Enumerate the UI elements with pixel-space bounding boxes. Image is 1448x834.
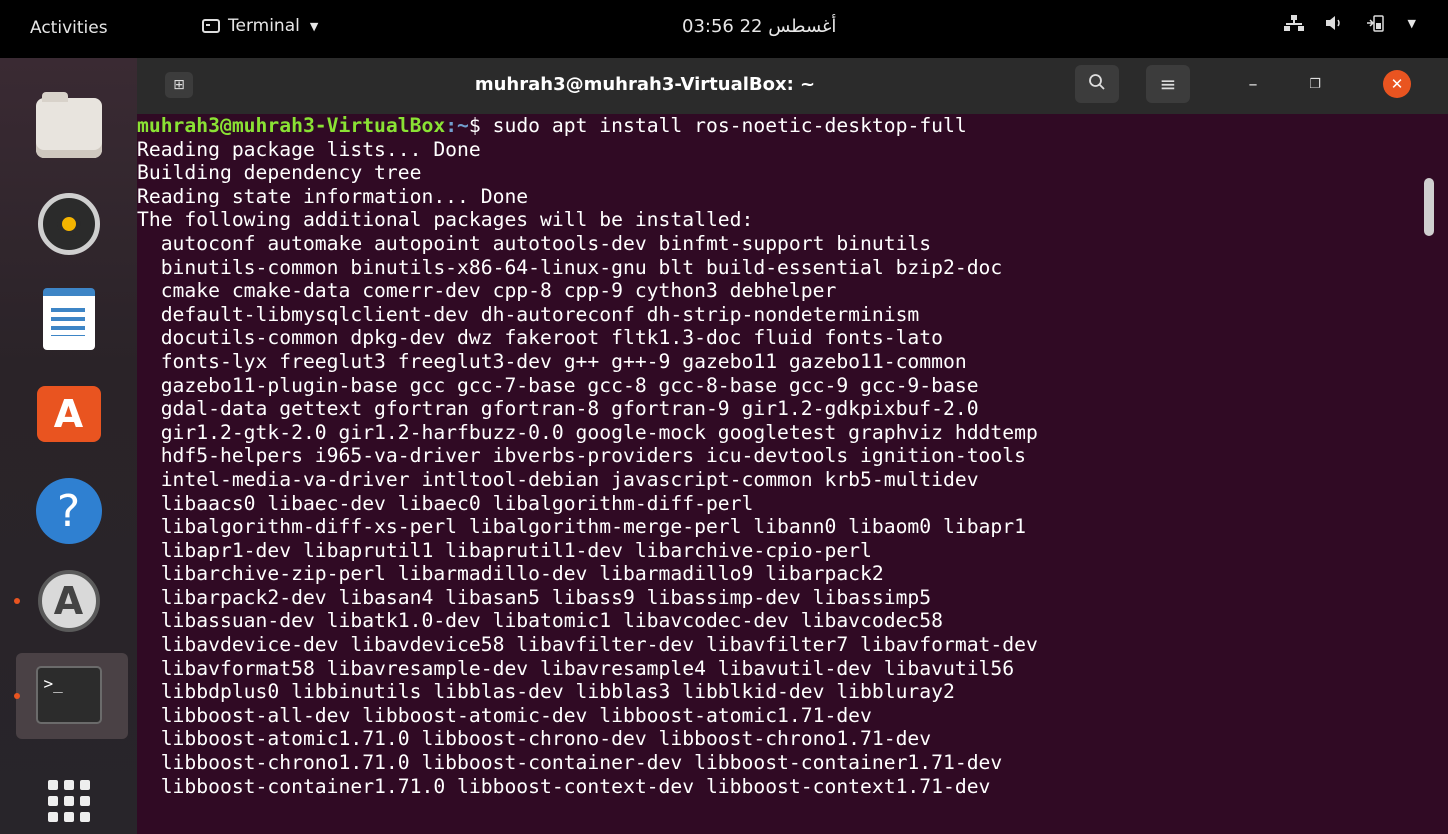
software-updater-icon: A [37, 570, 100, 632]
minimize-button[interactable]: – [1239, 70, 1267, 98]
hamburger-menu-button[interactable]: ≡ [1146, 65, 1190, 103]
prompt-line: muhrah3@muhrah3-VirtualBox:~$ sudo apt i… [137, 114, 1417, 138]
terminal-window: ⊞ muhrah3@muhrah3-VirtualBox: ~ ≡ – ❐ ✕ … [137, 58, 1448, 834]
rhythmbox-icon [37, 193, 100, 255]
output-line: libboost-all-dev libboost-atomic-dev lib… [137, 703, 872, 727]
minimize-icon: – [1248, 73, 1258, 95]
output-line: Reading package lists... Done [137, 137, 481, 161]
apps-grid-icon [47, 780, 90, 822]
output-line: libavdevice-dev libavdevice58 libavfilte… [137, 633, 1038, 657]
system-menu-chevron-icon: ▼ [1407, 16, 1416, 30]
output-line: libarpack2-dev libasan4 libasan5 libass9… [137, 585, 932, 609]
writer-document-icon [42, 288, 95, 350]
app-menu[interactable]: Terminal ▼ [202, 16, 318, 36]
dock-item-writer[interactable] [0, 288, 137, 350]
output-line: intel-media-va-driver intltool-debian ja… [137, 467, 979, 491]
volume-icon [1325, 15, 1344, 31]
search-icon [1088, 72, 1106, 96]
prompt-suffix: $ [468, 114, 493, 137]
output-line: binutils-common binutils-x86-64-linux-gn… [137, 255, 1003, 279]
hamburger-icon: ≡ [1159, 72, 1177, 96]
output-line: libassuan-dev libatk1.0-dev libatomic1 l… [137, 609, 943, 633]
prompt-path: :~ [445, 114, 469, 137]
output-line: autoconf automake autopoint autotools-de… [137, 231, 932, 255]
output-line: fonts-lyx freeglut3 freeglut3-dev g++ g+… [137, 349, 967, 373]
show-applications-button[interactable] [0, 780, 137, 822]
output-line: Building dependency tree [137, 161, 422, 185]
output-line: libaacs0 libaec-dev libaec0 libalgorithm… [137, 491, 754, 515]
output-line: default-libmysqlclient-dev dh-autoreconf… [137, 302, 920, 326]
terminal-icon: >_ [35, 666, 102, 724]
activities-button[interactable]: Activities [30, 18, 108, 38]
clock[interactable]: أغسطس 22 03:56 [682, 16, 836, 37]
dock: A ? A >_ [0, 58, 137, 834]
app-menu-label: Terminal [228, 16, 300, 36]
close-button[interactable]: ✕ [1383, 70, 1411, 98]
files-icon [35, 92, 102, 158]
output-line: libapr1-dev libaprutil1 libaprutil1-dev … [137, 538, 872, 562]
command-text: sudo apt install ros-noetic-desktop-full [492, 114, 967, 137]
terminal-output[interactable]: muhrah3@muhrah3-VirtualBox:~$ sudo apt i… [137, 114, 1417, 834]
search-button[interactable] [1075, 65, 1119, 103]
output-line: libarchive-zip-perl libarmadillo-dev lib… [137, 562, 884, 586]
output-line: libboost-atomic1.71.0 libboost-chrono-de… [137, 727, 932, 751]
output-line: The following additional packages will b… [137, 208, 754, 232]
restore-icon: ❐ [1309, 76, 1321, 92]
window-titlebar[interactable]: ⊞ muhrah3@muhrah3-VirtualBox: ~ ≡ – ❐ ✕ [137, 58, 1448, 114]
output-line: libalgorithm-diff-xs-perl libalgorithm-m… [137, 515, 1026, 539]
dock-item-terminal[interactable]: >_ [0, 666, 137, 724]
output-line: Reading state information... Done [137, 184, 529, 208]
dock-item-software[interactable]: A [0, 386, 137, 442]
dock-item-updater[interactable]: A [0, 570, 137, 632]
output-line: gir1.2-gtk-2.0 gir1.2-harfbuzz-0.0 googl… [137, 420, 1038, 444]
output-line: hdf5-helpers i965-va-driver ibverbs-prov… [137, 444, 1026, 468]
software-store-icon: A [36, 386, 101, 442]
chevron-down-icon: ▼ [309, 19, 319, 33]
close-icon: ✕ [1390, 75, 1404, 93]
dock-item-rhythmbox[interactable] [0, 193, 137, 255]
network-icon [1283, 15, 1304, 31]
terminal-scrollbar[interactable] [1424, 178, 1434, 236]
output-line: gazebo11-plugin-base gcc gcc-7-base gcc-… [137, 373, 979, 397]
output-line: libbdplus0 libbinutils libblas-dev libbl… [137, 680, 955, 704]
dock-item-files[interactable] [0, 92, 137, 158]
output-line: gdal-data gettext gfortran gfortran-8 gf… [137, 397, 979, 421]
terminal-app-icon [202, 19, 220, 33]
output-line: libboost-chrono1.71.0 libboost-container… [137, 751, 1003, 775]
battery-icon [1366, 14, 1386, 32]
top-bar: Activities Terminal ▼ أغسطس 22 03:56 ▼ [0, 0, 1448, 58]
output-line: cmake cmake-data comerr-dev cpp-8 cpp-9 … [137, 279, 837, 303]
output-line: docutils-common dpkg-dev dwz fakeroot fl… [137, 326, 943, 350]
system-tray[interactable]: ▼ [1283, 14, 1416, 32]
window-title: muhrah3@muhrah3-VirtualBox: ~ [474, 74, 816, 95]
output-line: libavformat58 libavresample-dev libavres… [137, 656, 1015, 680]
output-line: libboost-container1.71.0 libboost-contex… [137, 774, 991, 798]
prompt-user: muhrah3@muhrah3-VirtualBox [137, 114, 446, 137]
help-icon: ? [35, 478, 102, 544]
dock-item-help[interactable]: ? [0, 478, 137, 544]
maximize-button[interactable]: ❐ [1301, 70, 1329, 98]
